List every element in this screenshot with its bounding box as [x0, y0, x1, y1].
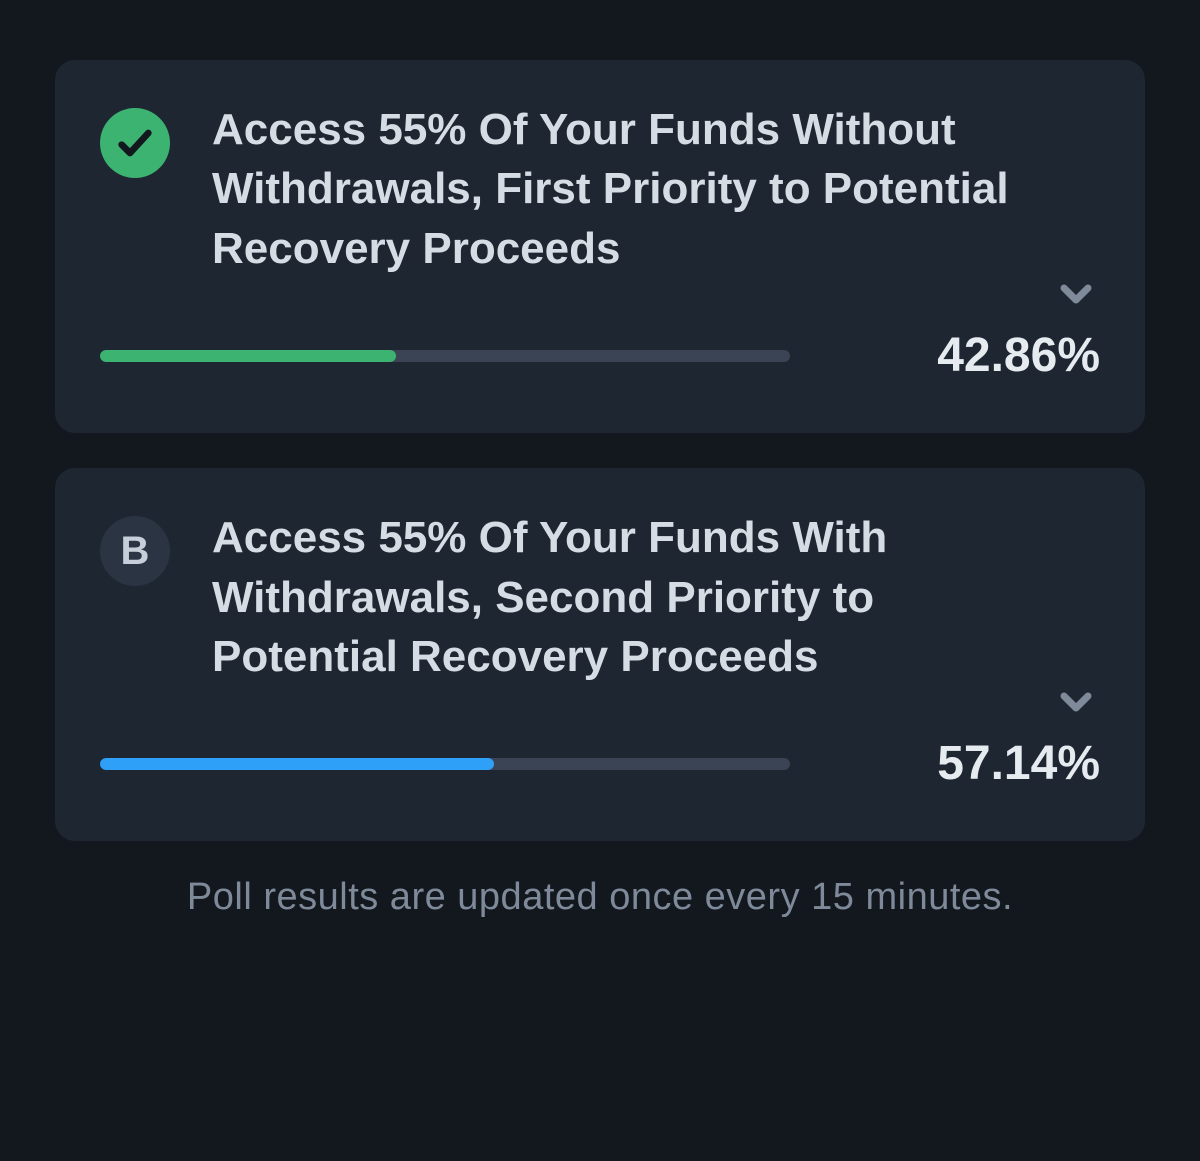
- poll-option-a[interactable]: Access 55% Of Your Funds Without Withdra…: [55, 60, 1145, 433]
- option-header: Access 55% Of Your Funds Without Withdra…: [100, 100, 1100, 278]
- option-letter: B: [121, 529, 150, 574]
- progress-bar: [100, 758, 790, 770]
- progress-fill: [100, 758, 494, 770]
- option-badge-letter: B: [100, 516, 170, 586]
- checkmark-icon: [115, 123, 155, 163]
- option-badge-selected: [100, 108, 170, 178]
- progress-bar: [100, 350, 790, 362]
- expand-button[interactable]: [1052, 270, 1100, 318]
- poll-option-b[interactable]: B Access 55% Of Your Funds With Withdraw…: [55, 468, 1145, 841]
- option-footer: 57.14%: [100, 736, 1100, 791]
- percentage-label: 57.14%: [900, 736, 1100, 791]
- option-header: B Access 55% Of Your Funds With Withdraw…: [100, 508, 1100, 686]
- progress-fill: [100, 350, 396, 362]
- option-title: Access 55% Of Your Funds With Withdrawal…: [212, 508, 1100, 686]
- option-footer: 42.86%: [100, 328, 1100, 383]
- percentage-label: 42.86%: [900, 328, 1100, 383]
- expand-button[interactable]: [1052, 678, 1100, 726]
- chevron-down-icon: [1052, 270, 1100, 318]
- chevron-down-icon: [1052, 678, 1100, 726]
- option-title: Access 55% Of Your Funds Without Withdra…: [212, 100, 1100, 278]
- poll-footer-note: Poll results are updated once every 15 m…: [55, 876, 1145, 919]
